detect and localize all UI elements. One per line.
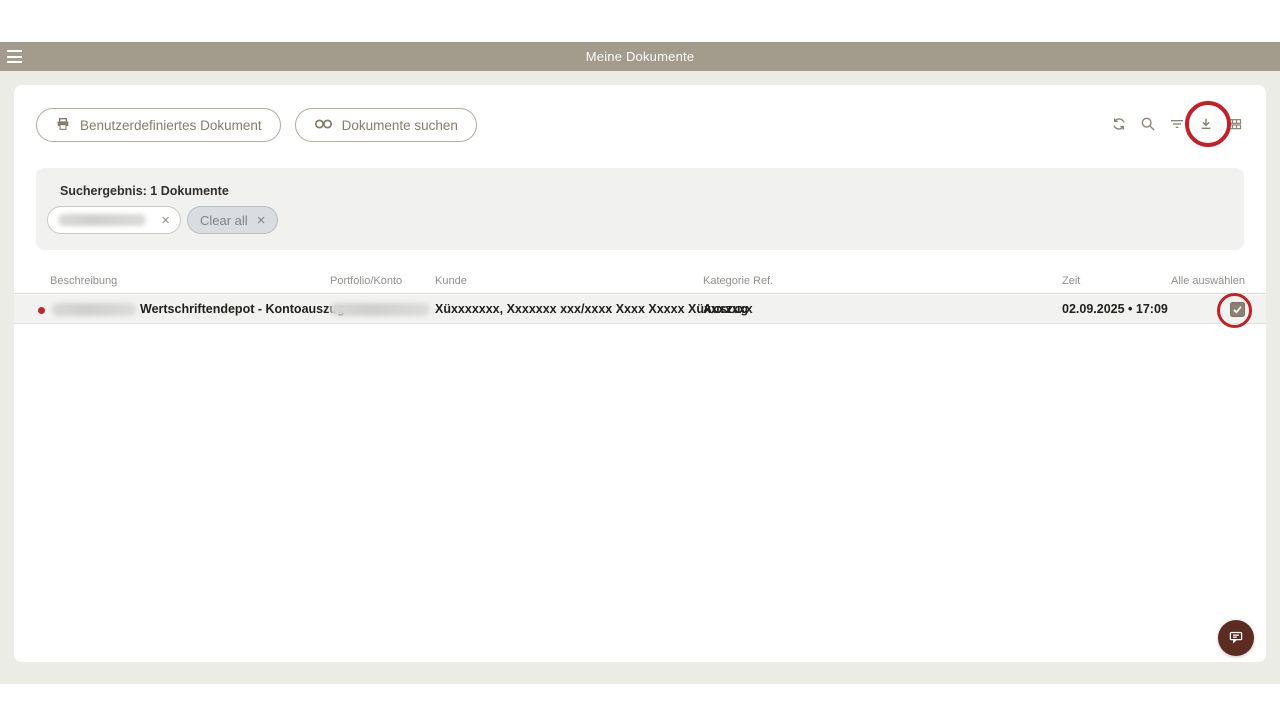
active-filter-chip[interactable]: × bbox=[47, 206, 181, 234]
column-header-kategorie: Kategorie bbox=[703, 275, 750, 287]
filter-icon[interactable] bbox=[1168, 115, 1185, 132]
table-view-icon[interactable] bbox=[1226, 115, 1243, 132]
row-description: Wertschriftendepot - Kontoauszug bbox=[140, 302, 345, 316]
row-select-checkbox[interactable] bbox=[1230, 302, 1245, 317]
redacted-account-number bbox=[52, 303, 136, 316]
clear-all-label: Clear all bbox=[200, 213, 248, 228]
row-zeit: 02.09.2025 • 17:09 bbox=[1062, 302, 1168, 316]
search-documents-label: Dokumente suchen bbox=[342, 118, 458, 133]
printer-icon bbox=[55, 116, 71, 135]
column-header-alle-auswaehlen: Alle auswählen bbox=[1171, 275, 1245, 287]
screen: Meine Dokumente Benutzerdefiniertes Doku… bbox=[0, 0, 1280, 720]
clear-all-chip[interactable]: Clear all × bbox=[187, 206, 278, 234]
filter-chips: × Clear all × bbox=[47, 206, 278, 234]
row-kategorie: Auszug bbox=[703, 302, 748, 316]
chat-fab-button[interactable] bbox=[1218, 620, 1254, 656]
column-header-zeit: Zeit bbox=[1062, 275, 1080, 287]
column-header-portfolio-konto: Portfolio/Konto bbox=[330, 275, 402, 287]
column-header-beschreibung: Beschreibung bbox=[50, 275, 117, 287]
redacted-filter-value bbox=[58, 214, 146, 226]
search-documents-button[interactable]: Dokumente suchen bbox=[295, 108, 477, 142]
toolbar: Benutzerdefiniertes Dokument Dokumente s… bbox=[36, 108, 477, 142]
chat-bubble-icon bbox=[1227, 628, 1245, 649]
search-result-panel: Suchergebnis: 1 Dokumente × Clear all × bbox=[36, 168, 1244, 250]
page-title: Meine Dokumente bbox=[586, 49, 695, 64]
download-icon[interactable] bbox=[1197, 115, 1214, 132]
clear-all-remove-icon[interactable]: × bbox=[257, 213, 266, 228]
main-background: Benutzerdefiniertes Dokument Dokumente s… bbox=[0, 71, 1280, 684]
hamburger-menu-icon[interactable] bbox=[7, 49, 25, 64]
column-header-ref: Ref. bbox=[753, 275, 773, 287]
table-row[interactable]: Wertschriftendepot - Kontoauszug Xüxxxxx… bbox=[14, 295, 1266, 324]
table-header: Beschreibung Portfolio/Konto Kunde Kateg… bbox=[14, 275, 1266, 294]
unread-dot bbox=[38, 307, 45, 314]
documents-card: Benutzerdefiniertes Dokument Dokumente s… bbox=[14, 85, 1266, 662]
toolbar-actions bbox=[1110, 115, 1243, 132]
binoculars-icon bbox=[314, 117, 333, 134]
custom-document-button[interactable]: Benutzerdefiniertes Dokument bbox=[36, 108, 281, 142]
app-bar: Meine Dokumente bbox=[0, 42, 1280, 71]
custom-document-label: Benutzerdefiniertes Dokument bbox=[80, 118, 262, 133]
search-result-summary: Suchergebnis: 1 Dokumente bbox=[60, 184, 1220, 198]
redacted-portfolio-konto bbox=[330, 303, 430, 316]
search-icon[interactable] bbox=[1139, 115, 1156, 132]
remove-filter-icon[interactable]: × bbox=[161, 213, 170, 228]
column-header-kunde: Kunde bbox=[435, 275, 467, 287]
refresh-icon[interactable] bbox=[1110, 115, 1127, 132]
